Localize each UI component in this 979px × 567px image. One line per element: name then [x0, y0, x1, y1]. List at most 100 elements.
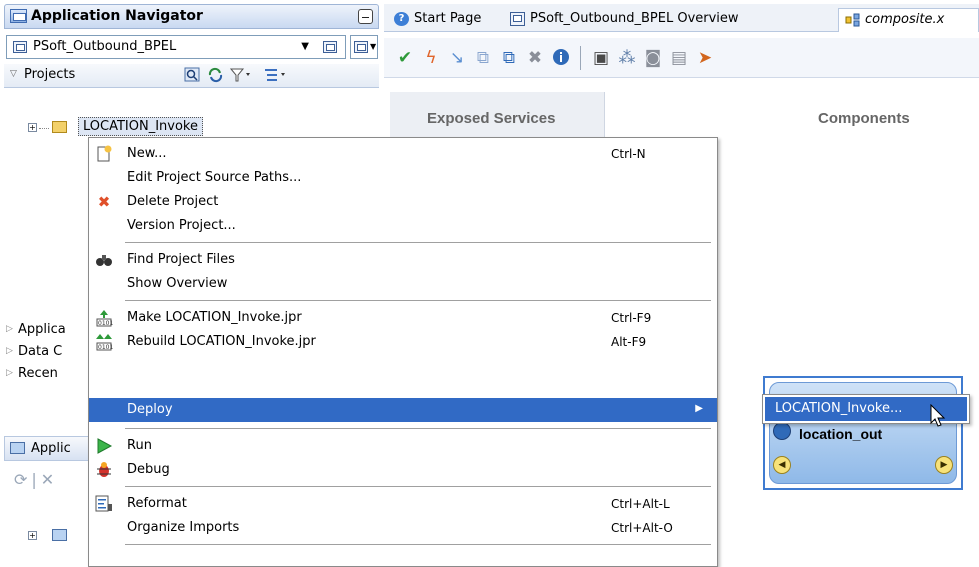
menu-item-delete-project[interactable]: ✖ Delete Project	[89, 190, 717, 214]
minimize-button[interactable]	[358, 9, 373, 24]
menu-item-label: Find Project Files	[127, 252, 235, 267]
close-icon[interactable]: ✕	[41, 470, 54, 489]
lightning-icon[interactable]: ϟ	[420, 47, 442, 69]
delete-icon: ✖	[97, 193, 111, 211]
menu-item-show-overview[interactable]: Show Overview	[89, 272, 717, 296]
application-resources-icon	[10, 442, 25, 454]
make-icon: 0101	[95, 309, 113, 327]
project-folder-icon	[52, 121, 67, 133]
lower-tree-item[interactable]: +	[12, 526, 92, 546]
chevron-down-icon[interactable]: ▼	[301, 41, 309, 52]
binoculars-icon	[95, 251, 113, 269]
reformat-icon	[95, 495, 113, 513]
toolbar-separator: |	[31, 470, 37, 489]
navigator-title: Application Navigator	[31, 8, 203, 24]
expand-triangle-icon[interactable]: ▷	[6, 368, 13, 378]
menu-item-debug[interactable]: Debug	[89, 458, 717, 482]
tab-label: composite.x	[865, 12, 945, 27]
expand-plus-icon[interactable]: +	[28, 531, 37, 540]
menu-shortcut: Ctrl-N	[611, 147, 646, 161]
collapse-triangle-icon[interactable]: ▽	[10, 69, 17, 79]
accordion-label: Applica	[18, 322, 66, 337]
application-selector[interactable]: PSoft_Outbound_BPEL ▼	[6, 35, 346, 59]
tree-connector	[39, 128, 49, 129]
search-icon[interactable]	[184, 67, 201, 83]
menu-item-label: Version Project...	[127, 218, 236, 233]
view-options-icon[interactable]	[264, 67, 285, 83]
expand-triangle-icon[interactable]: ▷	[6, 346, 13, 356]
left-port-icon[interactable]: ◀	[773, 456, 791, 474]
accordion-label: Recen	[18, 366, 58, 381]
tab-label: PSoft_Outbound_BPEL Overview	[530, 11, 739, 26]
menu-item-label: Deploy	[127, 402, 173, 417]
component-name: location_out	[799, 426, 883, 442]
right-port-icon[interactable]: ▶	[935, 456, 953, 474]
flow-icon[interactable]: ➤	[694, 47, 716, 69]
tab-start-page[interactable]: ? Start Page	[388, 8, 487, 32]
rebuild-icon: 0101	[95, 333, 113, 351]
new-icon	[95, 145, 113, 163]
menu-item-label: Reformat	[127, 496, 187, 511]
menu-item-organize-imports[interactable]: Organize Imports Ctrl+Alt-O	[89, 516, 717, 540]
resource-folder-icon	[52, 529, 67, 541]
validate-check-icon[interactable]: ✔	[394, 47, 416, 69]
editor-tabbar: ? Start Page PSoft_Outbound_BPEL Overvie…	[384, 4, 979, 32]
composite-toolbar: ✔ ϟ ↘ ⧉ ⧉ ✖ ▣ ⁂ ◙ ▤ ➤	[384, 38, 979, 78]
expand-plus-icon[interactable]: +	[28, 123, 37, 132]
filter-icon[interactable]	[229, 67, 250, 83]
menu-item-reformat[interactable]: Reformat Ctrl+Alt-L	[89, 492, 717, 516]
lower-panel-toolbar: ⟳ | ✕	[14, 470, 84, 490]
tab-overview[interactable]: PSoft_Outbound_BPEL Overview	[504, 8, 745, 32]
menu-item-edit-source-paths[interactable]: Edit Project Source Paths...	[89, 166, 717, 190]
menu-separator	[125, 486, 711, 487]
wire-icon[interactable]: ↘	[446, 47, 468, 69]
menu-shortcut: Alt-F9	[611, 335, 647, 349]
service-reference-icon	[773, 422, 791, 440]
menu-separator	[125, 242, 711, 243]
menu-item-label: Show Overview	[127, 276, 228, 291]
tab-composite[interactable]: composite.x	[838, 8, 979, 32]
menu-item-new[interactable]: New... Ctrl-N	[89, 142, 717, 166]
deploy-icon[interactable]: ▣	[590, 47, 612, 69]
svg-text:0101: 0101	[98, 344, 113, 351]
paste-icon[interactable]: ⧉	[498, 47, 520, 69]
tree-item-label: LOCATION_Invoke	[78, 117, 203, 136]
refresh-icon[interactable]	[207, 67, 224, 83]
info-icon[interactable]	[550, 47, 572, 69]
application-menu-button[interactable]: ▼	[350, 35, 378, 59]
delete-icon[interactable]: ✖	[524, 47, 546, 69]
menu-item-label: Edit Project Source Paths...	[127, 170, 302, 185]
menu-item-label: Organize Imports	[127, 520, 240, 535]
copy-icon[interactable]: ⧉	[472, 47, 494, 69]
menu-shortcut: Ctrl+Alt-O	[611, 521, 673, 535]
menu-item-deploy[interactable]: Deploy ▶	[89, 398, 717, 422]
menu-item-label: Debug	[127, 462, 170, 477]
navigator-header: Application Navigator	[4, 4, 379, 29]
layout-icon[interactable]: ⁂	[616, 47, 638, 69]
menu-item-find-project-files[interactable]: Find Project Files	[89, 248, 717, 272]
expand-triangle-icon[interactable]: ▷	[6, 324, 13, 334]
projects-label: Projects	[24, 67, 76, 82]
exposed-services-header: Exposed Services	[427, 110, 556, 127]
application-workspace-icon	[13, 41, 27, 53]
submenu-arrow-icon: ▶	[695, 403, 703, 414]
projects-section-header[interactable]: ▽ Projects	[4, 64, 379, 88]
menu-item-make[interactable]: 0101 Make LOCATION_Invoke.jpr Ctrl-F9	[89, 306, 717, 330]
tab-label: Start Page	[414, 11, 482, 26]
document-icon[interactable]: ▤	[668, 47, 690, 69]
menu-separator	[125, 300, 711, 301]
menu-separator	[125, 428, 711, 429]
menu-item-rebuild[interactable]: 0101 Rebuild LOCATION_Invoke.jpr Alt-F9	[89, 330, 717, 354]
test-icon[interactable]: ◙	[642, 47, 664, 69]
application-selector-value: PSoft_Outbound_BPEL	[33, 39, 177, 54]
menu-item-version-project[interactable]: Version Project...	[89, 214, 717, 238]
components-header: Components	[818, 110, 910, 127]
refresh-icon[interactable]: ⟳	[14, 470, 27, 489]
menu-item-run[interactable]: Run	[89, 434, 717, 458]
project-options-icon	[354, 41, 368, 53]
svg-text:0101: 0101	[98, 320, 113, 327]
menu-shortcut: Ctrl-F9	[611, 311, 652, 325]
run-icon	[95, 437, 113, 455]
menu-item-label: Rebuild LOCATION_Invoke.jpr	[127, 334, 316, 349]
application-menu-icon[interactable]	[323, 41, 337, 53]
